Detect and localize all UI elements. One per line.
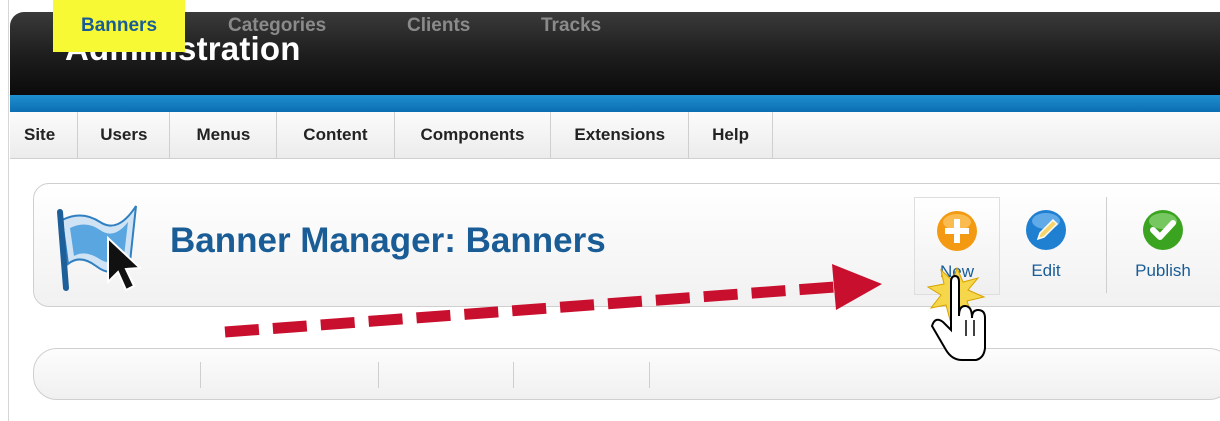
menu-help[interactable]: Help xyxy=(689,112,773,158)
new-button[interactable]: New xyxy=(914,197,1000,295)
menu-components[interactable]: Components xyxy=(395,112,552,158)
page-title: Banner Manager: Banners xyxy=(170,221,606,260)
subtab-divider xyxy=(200,362,201,388)
publish-button[interactable]: Publish xyxy=(1118,197,1208,293)
subtab-divider xyxy=(649,362,650,388)
main-menu: Site Users Menus Content Components Exte… xyxy=(10,112,1220,159)
menu-extensions[interactable]: Extensions xyxy=(551,112,690,158)
subtab-divider xyxy=(513,362,514,388)
subtab-tracks[interactable]: Tracks xyxy=(541,0,601,52)
menu-content[interactable]: Content xyxy=(277,112,395,158)
subtab-divider xyxy=(378,362,379,388)
edit-label: Edit xyxy=(1031,261,1061,280)
subtab-categories[interactable]: Categories xyxy=(228,0,326,52)
admin-header: Administration xyxy=(10,12,1220,95)
page-border xyxy=(8,0,9,421)
edit-button[interactable]: Edit xyxy=(1010,197,1082,293)
banner-flag-icon xyxy=(57,205,142,292)
menu-menus[interactable]: Menus xyxy=(170,112,278,158)
subtabs-bar xyxy=(33,348,1220,400)
publish-label: Publish xyxy=(1135,261,1191,280)
new-plus-icon xyxy=(937,211,977,251)
menu-users[interactable]: Users xyxy=(78,112,171,158)
toolbar-separator xyxy=(1106,197,1107,293)
header-stripe xyxy=(10,95,1220,112)
subtab-banners[interactable]: Banners xyxy=(53,0,185,52)
subtab-clients[interactable]: Clients xyxy=(407,0,470,52)
edit-pencil-icon xyxy=(1026,210,1066,250)
menu-site[interactable]: Site xyxy=(10,112,79,158)
publish-check-icon xyxy=(1143,210,1183,250)
new-label: New xyxy=(939,262,974,281)
